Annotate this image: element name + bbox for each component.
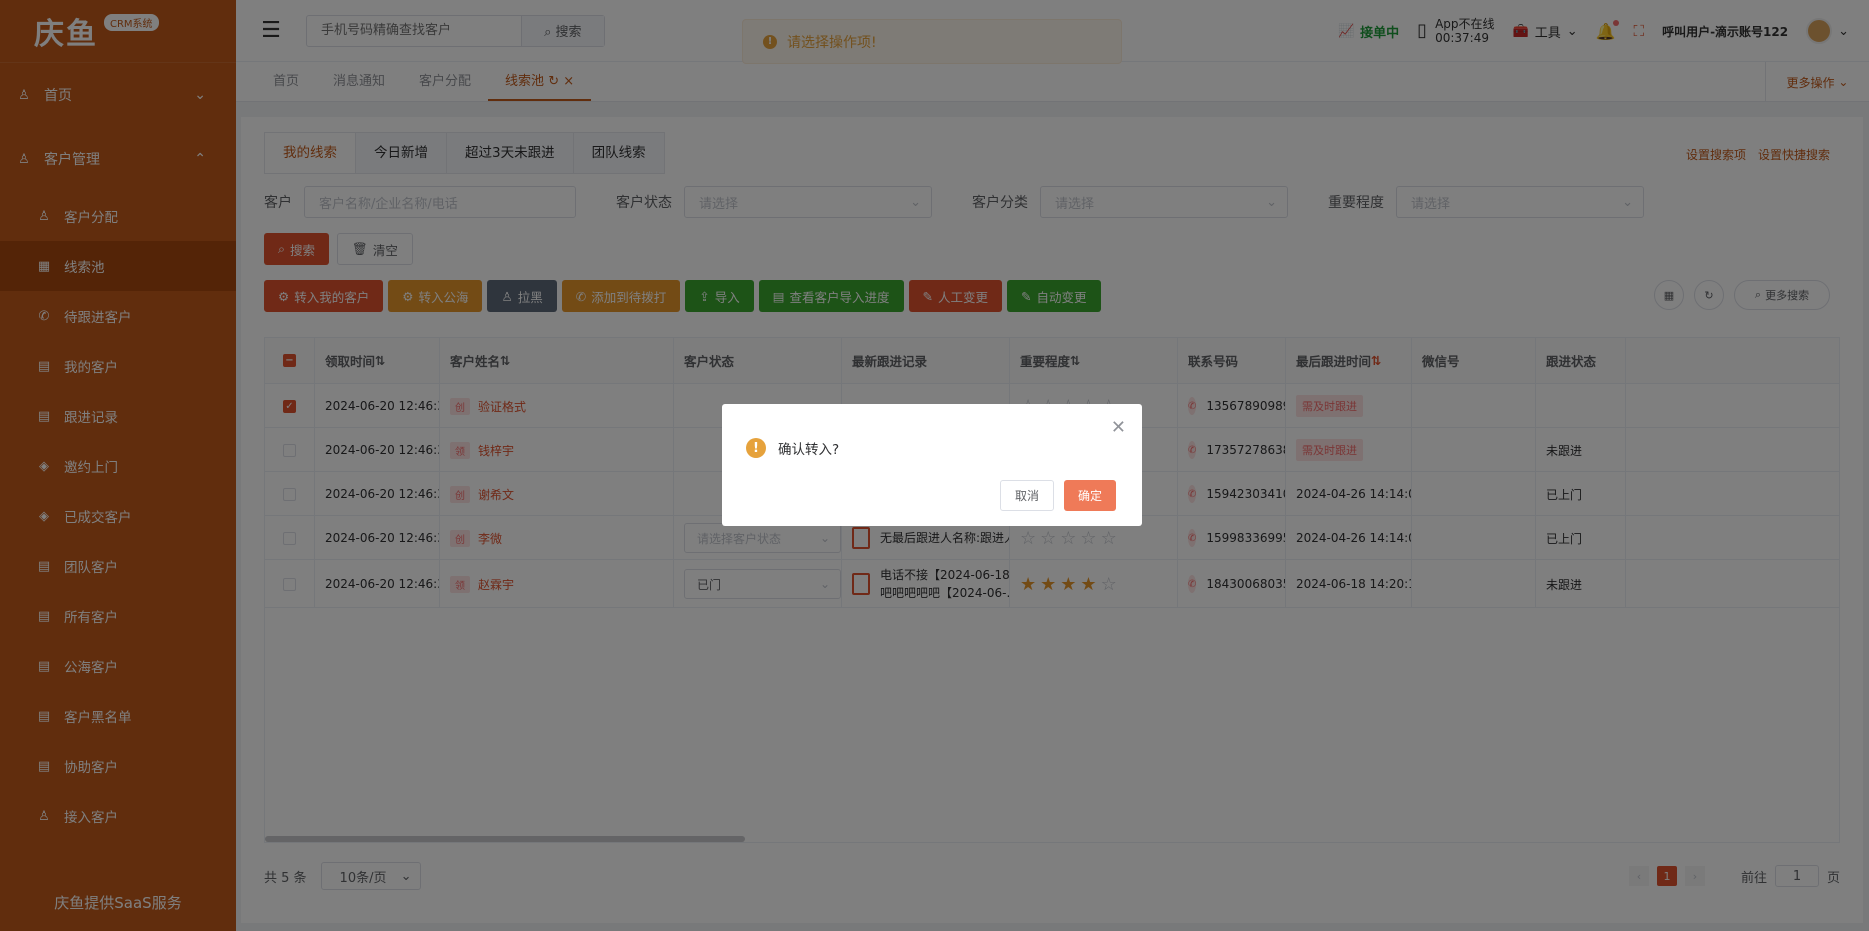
warning-icon: ! xyxy=(746,438,766,458)
cancel-button[interactable]: 取消 xyxy=(999,480,1054,511)
dialog-actions: 取消 确定 xyxy=(999,480,1116,511)
dialog-message-text: 确认转入? xyxy=(778,442,840,458)
confirm-button[interactable]: 确定 xyxy=(1063,480,1116,511)
dialog-message: ! 确认转入? xyxy=(746,438,1118,458)
confirm-dialog: ✕ ! 确认转入? 取消 确定 xyxy=(722,404,1142,526)
close-icon[interactable]: ✕ xyxy=(1111,417,1126,438)
